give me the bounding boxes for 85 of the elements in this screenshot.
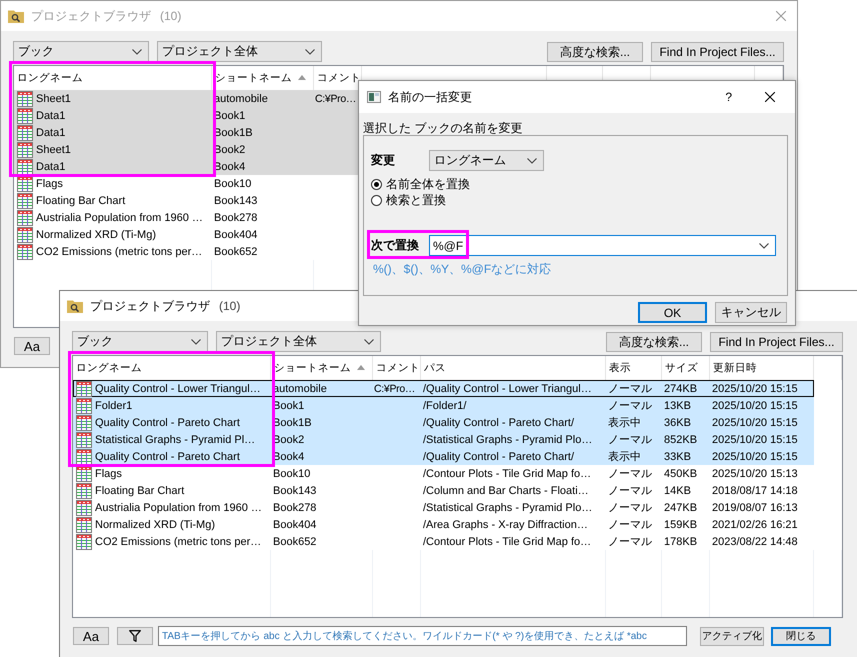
table-cell-text: 表示中 <box>608 416 641 430</box>
table-cell: /Folder1/ <box>423 400 466 412</box>
field-label: 次で置換 <box>371 237 420 254</box>
table-cell: Flags <box>95 468 122 480</box>
table-cell: 2025/10/20 15:15 <box>712 382 798 394</box>
dialog-title: 名前の一括変更 <box>388 88 472 106</box>
table-cell-text: ノーマル <box>608 535 652 549</box>
table-cell: Book278 <box>214 212 258 224</box>
table-cell: Quality Control - Lower Triangul… <box>95 382 261 394</box>
table-cell-text: ノーマル <box>608 484 652 498</box>
table-cell: Floating Bar Chart <box>95 484 184 496</box>
table-cell: /Quality Control - Pareto Chart/ <box>423 416 574 428</box>
table-cell: 178KB <box>664 536 698 548</box>
table-cell-text: ノーマル <box>608 518 652 532</box>
table-cell: 2025/10/20 15:15 <box>712 450 798 462</box>
instruction-text: 選択した ブックの名前を変更 <box>363 122 524 135</box>
table-cell: 14KB <box>664 484 691 496</box>
table-cell: /Column and Bar Charts - Floati… <box>423 484 589 496</box>
table-cell: Data1 <box>36 126 66 138</box>
table-cell: Data1 <box>36 160 66 172</box>
table-cell: 450KB <box>664 468 698 480</box>
table-cell: 247KB <box>664 502 698 514</box>
table-cell: automobile <box>273 382 327 394</box>
table-cell: Book143 <box>214 194 258 206</box>
hint-text: %()、$()、%Y、%@Fなどに対応 <box>373 261 552 278</box>
table-cell: Book10 <box>273 468 310 480</box>
table-cell: /Statistical Graphs - Pyramid Plo… <box>423 502 592 514</box>
window-title: プロジェクトブラウザ <box>31 8 151 24</box>
table-cell: 2021/02/26 16:21 <box>712 518 798 530</box>
table-cell: /Contour Plots - Tile Grid Map fo… <box>423 536 592 548</box>
table-cell-text: 表示中 <box>608 450 641 464</box>
table-cell: Statistical Graphs - Pyramid Pl… <box>95 434 256 446</box>
table-cell: Folder1 <box>95 400 132 412</box>
table-cell: 2018/08/17 14:18 <box>712 484 798 496</box>
table-cell: 2019/08/07 16:13 <box>712 502 798 514</box>
table-cell: /Statistical Graphs - Pyramid Plo… <box>423 434 592 446</box>
table-cell: automobile <box>214 92 268 104</box>
table-cell: 13KB <box>664 400 691 412</box>
table-cell: Quality Control - Pareto Chart <box>95 450 240 462</box>
table-cell: /Quality Control - Lower Triangul… <box>423 382 592 394</box>
item-count: (10) <box>160 9 182 23</box>
table-cell: Book278 <box>273 502 316 514</box>
table-cell: 2023/08/22 14:48 <box>712 536 798 548</box>
table-cell: Normalized XRD (Ti-Mg) <box>36 228 156 240</box>
table-cell: Book404 <box>273 518 316 530</box>
table-cell: Sheet1 <box>36 144 71 156</box>
table-cell-text: ノーマル <box>608 467 652 481</box>
table-cell: Book652 <box>214 246 258 258</box>
table-cell: Data1 <box>36 110 66 122</box>
table-cell: 36KB <box>664 416 691 428</box>
table-cell: 852KB <box>664 434 698 446</box>
table-cell-text: ノーマル <box>608 501 652 515</box>
table-cell: Austrialia Population from 1960 … <box>36 212 203 224</box>
table-cell: Book143 <box>273 484 316 496</box>
table-cell: Austrialia Population from 1960 … <box>95 502 262 514</box>
table-cell: 2025/10/20 15:13 <box>712 468 798 480</box>
table-cell: 33KB <box>664 450 691 462</box>
table-cell: C:¥Pro… <box>315 92 356 104</box>
option-label: 検索と置換 <box>386 192 446 208</box>
table-cell: C:¥Pro… <box>374 382 416 394</box>
table-cell: 2025/10/20 15:15 <box>712 416 798 428</box>
table-cell: 2025/10/20 15:15 <box>712 434 798 446</box>
item-count: (10) <box>219 299 240 313</box>
table-cell: /Contour Plots - Tile Grid Map fo… <box>423 468 592 480</box>
table-cell: Book404 <box>214 228 258 240</box>
table-cell: Flags <box>36 178 63 190</box>
table-cell: Floating Bar Chart <box>36 194 126 206</box>
table-cell-text: ノーマル <box>608 382 652 396</box>
table-cell: 159KB <box>664 518 698 530</box>
table-cell-text: ノーマル <box>608 433 652 447</box>
table-cell: Book10 <box>214 178 252 190</box>
table-cell: /Area Graphs - X-ray Diffraction… <box>423 518 588 530</box>
table-cell-text: ノーマル <box>608 399 652 413</box>
table-cell: CO2 Emissions (metric tons per… <box>36 246 202 258</box>
table-cell: 274KB <box>664 382 698 394</box>
field-label: 変更 <box>371 152 396 169</box>
table-cell: CO2 Emissions (metric tons per… <box>95 536 262 548</box>
table-cell: 2025/10/20 15:15 <box>712 400 798 412</box>
table-cell: Book652 <box>273 536 316 548</box>
table-cell: Quality Control - Pareto Chart <box>95 416 240 428</box>
table-cell: /Quality Control - Pareto Chart/ <box>423 450 574 462</box>
option-label: 名前全体を置換 <box>386 176 470 192</box>
table-cell: Sheet1 <box>36 92 71 104</box>
window-title: プロジェクトブラウザ <box>90 298 210 314</box>
table-cell: Normalized XRD (Ti-Mg) <box>95 518 215 530</box>
